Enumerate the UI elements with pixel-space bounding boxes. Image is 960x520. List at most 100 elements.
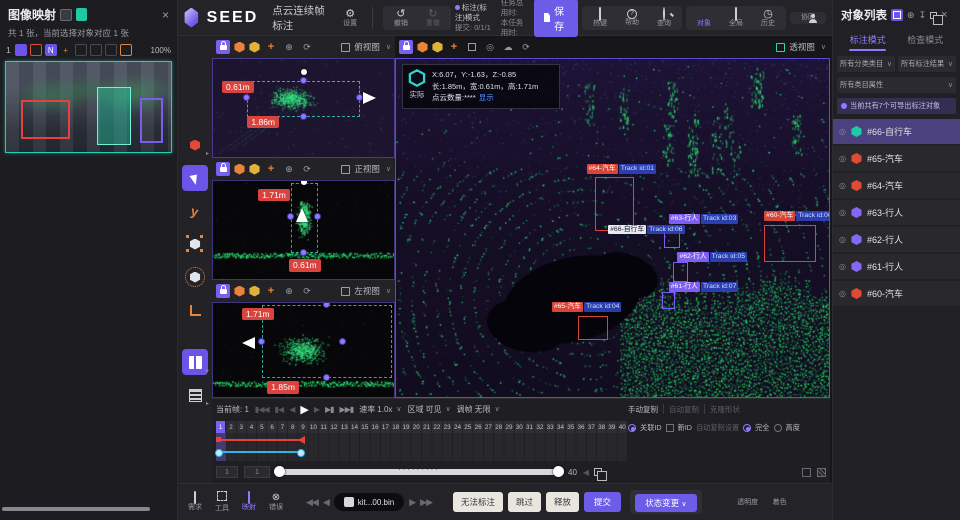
query-button[interactable]: 查询 <box>652 8 676 28</box>
history-button[interactable]: ◷ 历史 <box>756 8 780 28</box>
annotation-box-3d[interactable] <box>662 292 675 309</box>
clear-range-icon[interactable] <box>817 468 826 477</box>
expand-icon[interactable] <box>341 287 350 296</box>
new-id-checkbox[interactable] <box>666 424 674 432</box>
play-button[interactable]: ▶ <box>300 403 307 416</box>
edge-handle[interactable] <box>258 338 265 345</box>
visibility-eye-icon[interactable]: ◎ <box>839 208 846 217</box>
frame-mode-dropdown[interactable]: 调帧无限∨ <box>457 404 500 415</box>
edge-handle[interactable] <box>323 302 330 308</box>
category-filter-select[interactable]: 所有分类类目∨ <box>837 56 895 72</box>
link-id-radio[interactable] <box>628 424 636 432</box>
frame-cell[interactable]: 7 <box>278 421 288 433</box>
crosshair-icon[interactable]: + <box>60 44 72 56</box>
global-panel-button[interactable]: 全局 <box>724 8 748 28</box>
object-list-item[interactable]: ◎#62-行人 <box>833 227 960 252</box>
compare-icon[interactable] <box>105 44 117 56</box>
slider-handle-left[interactable] <box>274 466 285 477</box>
frame-cell[interactable]: 1 <box>216 421 226 433</box>
edge-handle[interactable] <box>356 94 363 101</box>
close-icon[interactable]: × <box>162 9 169 21</box>
frame-cell[interactable]: 20 <box>412 421 422 433</box>
collab-button[interactable]: 协同 <box>796 14 820 22</box>
annotation-box-3d[interactable] <box>764 225 816 262</box>
rotation-handle[interactable] <box>301 180 307 185</box>
edge-handle[interactable] <box>300 249 307 256</box>
rotation-handle[interactable] <box>301 69 307 75</box>
orange-cube-icon[interactable] <box>234 42 245 53</box>
frame-cell[interactable]: 30 <box>515 421 525 433</box>
edge-handle[interactable] <box>300 113 307 120</box>
help-button[interactable]: ? 帮助 <box>620 9 644 27</box>
track-label[interactable]: #61-行人Track id:07 <box>669 282 739 292</box>
move-icon[interactable]: ⊕ <box>282 162 296 176</box>
visibility-eye-icon[interactable]: ◎ <box>839 262 846 271</box>
frame-cell[interactable]: 2 <box>226 421 236 433</box>
frame-cell[interactable]: 12 <box>329 421 339 433</box>
heading-arrow[interactable] <box>363 92 376 104</box>
frame-range-slider[interactable]: ········· <box>276 469 562 475</box>
lock-tool-icon[interactable] <box>399 40 413 54</box>
image-icon[interactable] <box>60 9 72 21</box>
next-key-button[interactable]: ▶▮ <box>325 405 334 414</box>
frame-cell[interactable]: 3 <box>237 421 247 433</box>
prev-key-button[interactable]: ▮◀ <box>275 405 284 414</box>
prev-frame-button[interactable]: ◀ <box>289 405 294 414</box>
range-box-b[interactable]: 1 <box>244 466 270 478</box>
track-label[interactable]: #62-行人Track id:05 <box>677 252 747 262</box>
orange-cube-icon[interactable] <box>234 164 245 175</box>
visibility-eye-icon[interactable]: ◎ <box>839 181 846 190</box>
rotate-icon[interactable]: ⟳ <box>519 40 533 54</box>
save-button[interactable]: 保存 <box>534 0 578 37</box>
mapped-image-thumbnail[interactable] <box>5 61 172 153</box>
frame-cell[interactable]: 38 <box>597 421 607 433</box>
rotate-icon[interactable]: ⟳ <box>300 40 314 54</box>
heading-arrow[interactable] <box>242 337 255 349</box>
object-list-item[interactable]: ◎#60-汽车 <box>833 281 960 306</box>
cannot-annotate-button[interactable]: 无法标注 <box>453 492 503 512</box>
horizontal-scrollbar[interactable] <box>2 507 150 511</box>
lock-tool-icon[interactable] <box>216 40 230 54</box>
mirror-icon[interactable] <box>90 44 102 56</box>
tab-check-mode[interactable]: 检查模式 <box>897 29 955 51</box>
top-view-canvas[interactable]: 0.61m 1.86m <box>212 58 395 158</box>
frame-cell[interactable]: 15 <box>360 421 370 433</box>
frame-cell[interactable]: 6 <box>267 421 277 433</box>
annotation-box-3d[interactable] <box>673 262 688 282</box>
frame-cell[interactable]: 27 <box>484 421 494 433</box>
box-select-icon[interactable] <box>465 40 479 54</box>
frame-cell[interactable]: 22 <box>432 421 442 433</box>
move-icon[interactable]: ⊕ <box>282 40 296 54</box>
crosshair-icon[interactable]: + <box>264 162 278 176</box>
visibility-eye-icon[interactable]: ◎ <box>839 154 846 163</box>
fit-view-icon[interactable] <box>15 44 27 56</box>
frame-cell[interactable]: 9 <box>298 421 308 433</box>
split-icon[interactable] <box>75 44 87 56</box>
file-next-button[interactable]: ▶ <box>409 497 415 508</box>
track-label[interactable]: #60-汽车Track id:00 <box>764 211 830 221</box>
locate-icon[interactable]: ⊕ <box>907 10 915 21</box>
lock-tool-icon[interactable] <box>216 284 230 298</box>
heading-arrow[interactable] <box>296 208 308 222</box>
frame-cell[interactable]: 13 <box>340 421 350 433</box>
undo-button[interactable]: ↺ 撤销 <box>389 8 413 28</box>
lasso-cloud-icon[interactable]: ☁ <box>501 40 515 54</box>
crosshair-icon[interactable]: + <box>264 284 278 298</box>
scale-box-tool[interactable] <box>182 231 208 257</box>
rotate-icon[interactable]: ⟳ <box>300 162 314 176</box>
next-frame-button[interactable]: ▶ <box>314 405 319 414</box>
yellow-cube-icon[interactable] <box>249 42 260 53</box>
select-tool[interactable] <box>182 165 208 191</box>
copy-range-icon[interactable] <box>594 468 602 476</box>
expand-icon[interactable] <box>776 43 785 52</box>
file-prev-button[interactable]: ◀ <box>323 497 329 508</box>
manual-copy-button[interactable]: 手动复制 <box>628 404 658 415</box>
submit-button[interactable]: 提交 <box>584 492 621 512</box>
slider-handle-right[interactable] <box>553 466 564 477</box>
crosshair-icon[interactable]: + <box>264 40 278 54</box>
track-label[interactable]: #64-汽车Track id:01 <box>587 164 657 174</box>
polyline-tool[interactable]: y <box>182 198 208 224</box>
view-name[interactable]: 俯视图 <box>354 41 380 53</box>
frame-cell[interactable]: 10 <box>309 421 319 433</box>
frame-cell[interactable]: 14 <box>350 421 360 433</box>
